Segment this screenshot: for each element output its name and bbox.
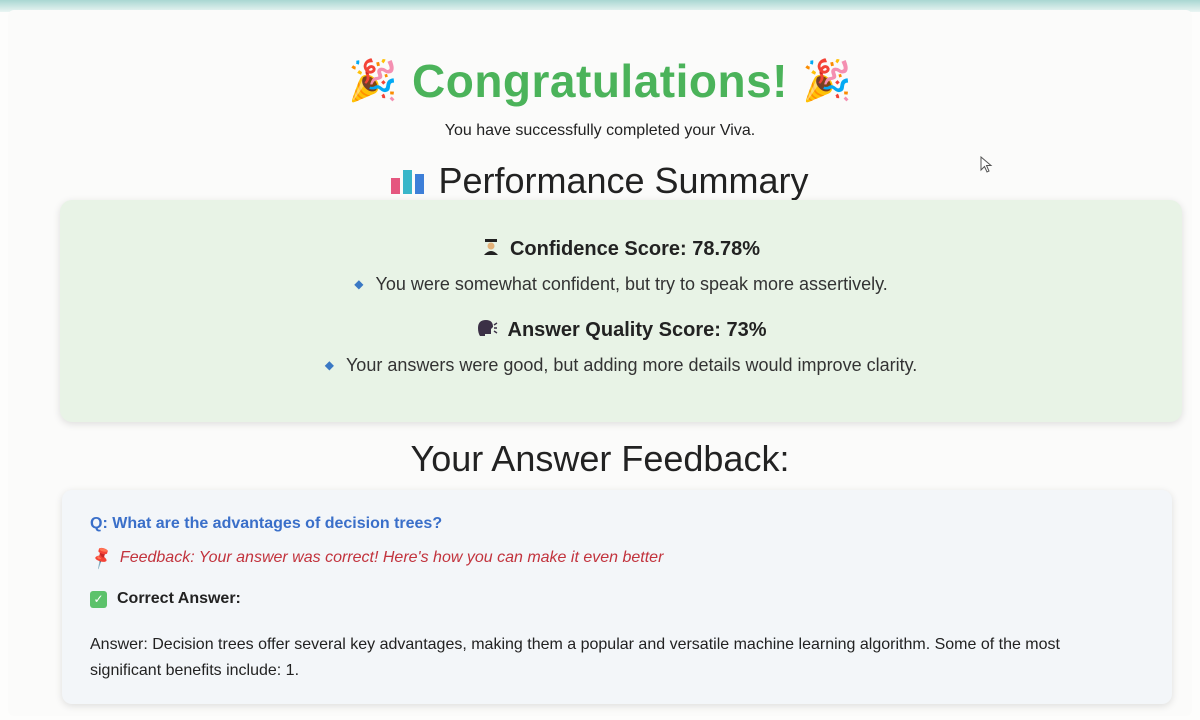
correct-answer-label: Correct Answer: xyxy=(117,590,241,607)
confidence-score: Confidence Score: 78.78% xyxy=(60,238,1182,261)
feedback-text: Feedback: Your answer was correct! Here'… xyxy=(119,549,664,566)
answer-quality-note: ◆ Your answers were good, but adding more… xyxy=(60,355,1182,376)
feedback-item: Q: What are the advantages of decision t… xyxy=(62,490,1172,704)
confidence-note-text: You were somewhat confident, but try to … xyxy=(375,274,888,294)
results-card: 🎉 Congratulations! 🎉 You have successful… xyxy=(8,10,1192,716)
answer-quality-score: Answer Quality Score: 73% xyxy=(60,319,1182,342)
correct-answer-heading: ✓ Correct Answer: xyxy=(90,590,241,608)
confidence-score-label: Confidence Score: 78.78% xyxy=(509,238,761,260)
party-popper-icon: 🎉 xyxy=(348,59,398,103)
feedback-line: 📌 Feedback: Your answer was correct! Her… xyxy=(89,546,664,571)
answer-quality-label: Answer Quality Score: 73% xyxy=(507,319,767,341)
title-row: 🎉 Congratulations! 🎉 xyxy=(8,50,1192,112)
mouse-cursor-icon xyxy=(980,156,993,173)
bar-chart-icon xyxy=(391,168,425,194)
party-popper-icon: 🎉 xyxy=(801,59,852,103)
performance-summary-heading: Performance Summary xyxy=(8,157,1192,205)
pushpin-icon: 📌 xyxy=(89,546,116,571)
graduate-icon xyxy=(482,238,500,261)
question-text: Q: What are the advantages of decision t… xyxy=(90,515,443,532)
completion-message: You have successfully completed your Viv… xyxy=(444,122,756,139)
bullet-diamond-icon: ◆ xyxy=(354,277,364,291)
speech-head-icon xyxy=(476,319,498,342)
answer-feedback-heading: Your Answer Feedback: xyxy=(410,438,790,479)
performance-summary-title: Performance Summary xyxy=(438,160,809,201)
answer-quality-note-text: Your answers were good, but adding more … xyxy=(345,355,918,375)
page-title: Congratulations! xyxy=(412,55,788,107)
check-mark-icon: ✓ xyxy=(90,590,107,608)
answer-text: Answer: Decision trees offer several key… xyxy=(90,636,1060,679)
performance-summary-box: Confidence Score: 78.78% ◆ You were somew… xyxy=(60,200,1182,422)
bullet-diamond-icon: ◆ xyxy=(324,358,334,372)
confidence-note: ◆ You were somewhat confident, but try to… xyxy=(60,274,1182,295)
